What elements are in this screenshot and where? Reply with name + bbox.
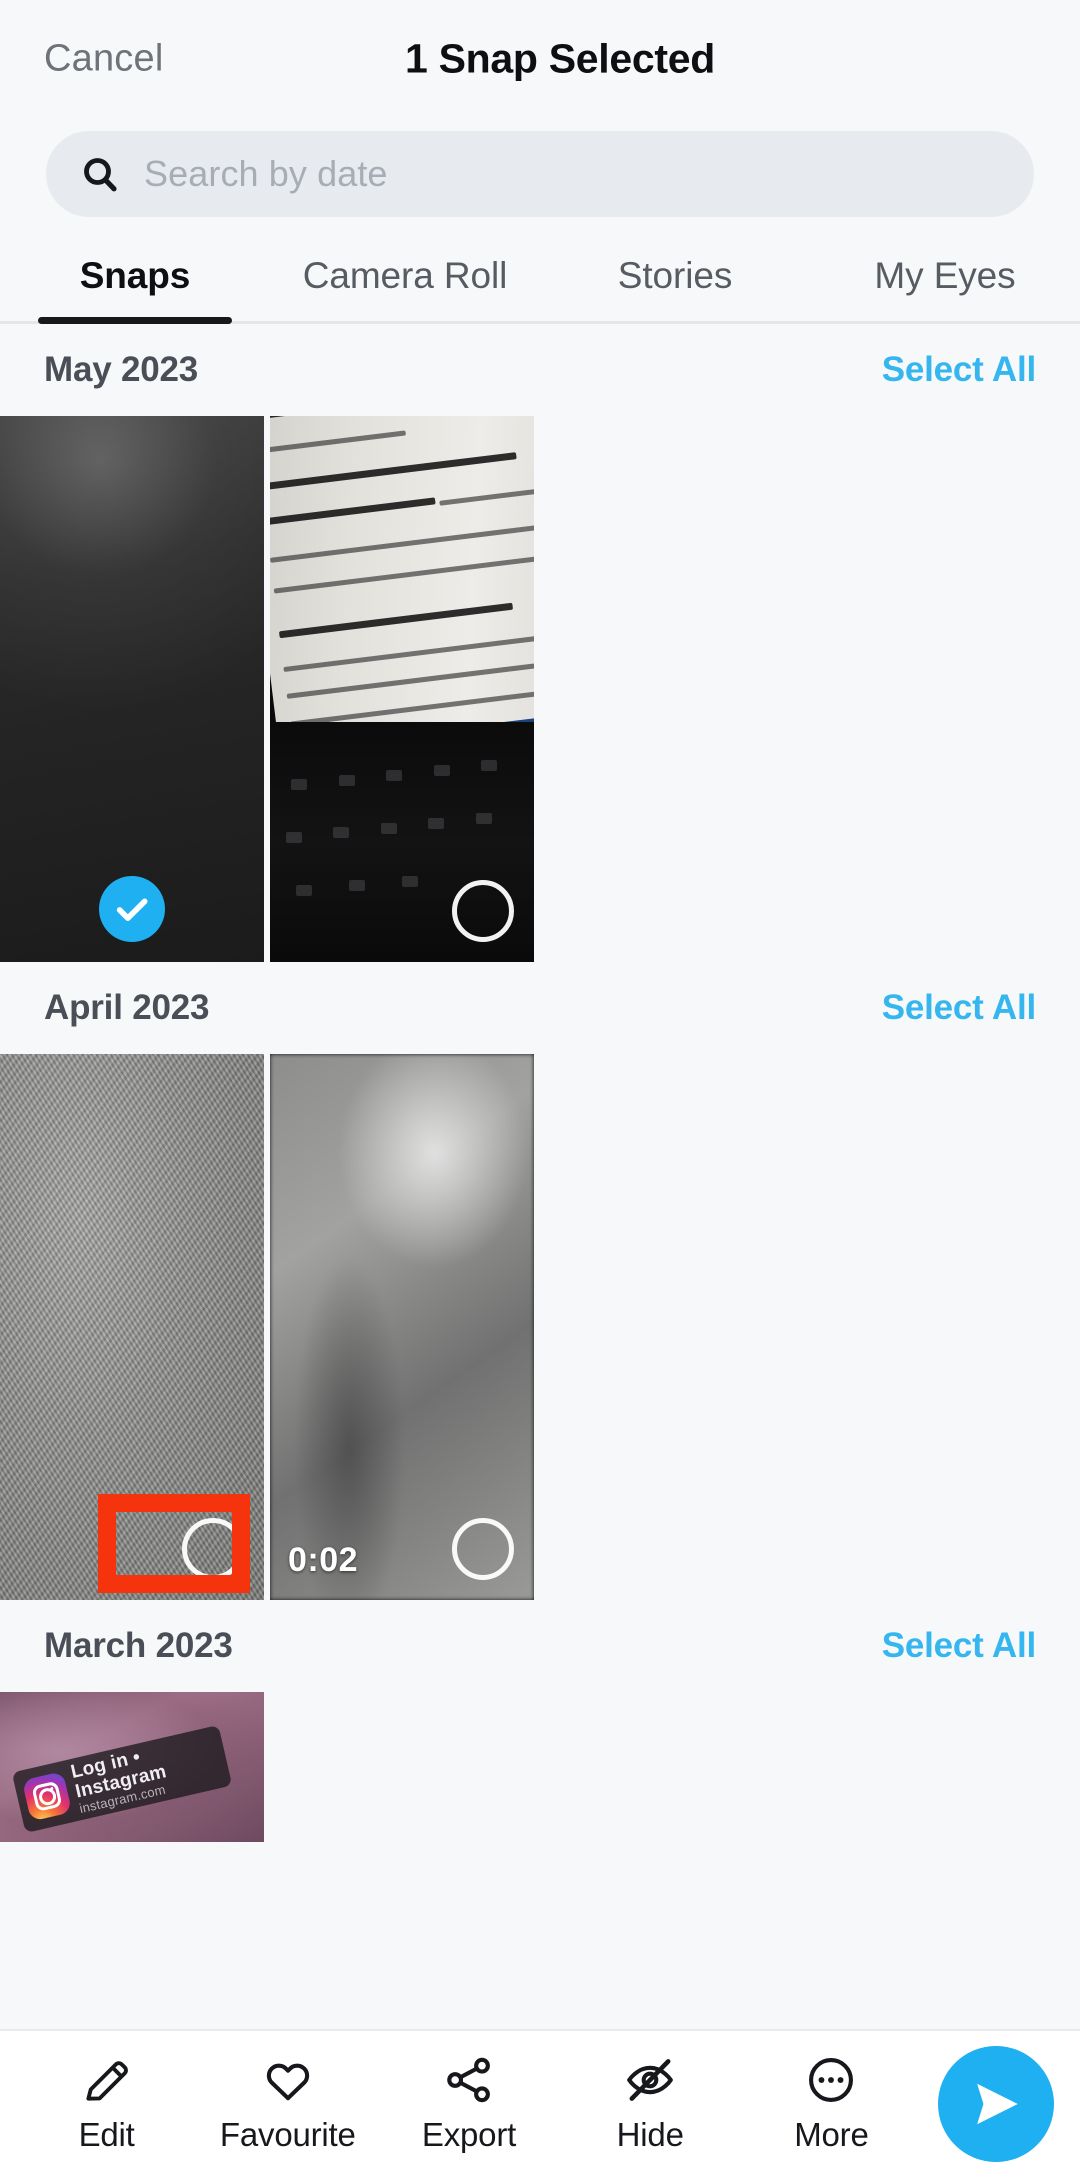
selection-checkmark[interactable]	[99, 876, 165, 942]
memories-picker-screen: Cancel 1 Snap Selected Search by date Sn…	[0, 0, 1080, 2177]
select-all-button[interactable]: Select All	[882, 988, 1036, 1028]
section-header-march: March 2023 Select All	[0, 1600, 1080, 1692]
section-title: April 2023	[44, 988, 210, 1027]
grid-may	[0, 416, 1080, 962]
instagram-icon	[21, 1771, 73, 1822]
section-header-may: May 2023 Select All	[0, 324, 1080, 416]
send-arrow-icon	[967, 2075, 1025, 2133]
send-button[interactable]	[938, 2046, 1055, 2162]
thumbnail-item[interactable]	[270, 416, 534, 962]
selection-ring[interactable]	[452, 1518, 514, 1580]
tab-label: Camera Roll	[302, 254, 508, 296]
favourite-button[interactable]: Favourite	[197, 2054, 378, 2154]
thumbnail-item[interactable]	[0, 1054, 264, 1600]
selection-ring[interactable]	[182, 1518, 244, 1580]
tab-label: Snaps	[79, 254, 191, 296]
export-button[interactable]: Export	[378, 2054, 559, 2154]
section-title: May 2023	[44, 350, 199, 389]
pencil-icon	[81, 2054, 133, 2106]
selection-ring[interactable]	[452, 880, 514, 942]
eye-slash-icon	[624, 2054, 676, 2106]
tab-label: Stories	[617, 254, 733, 296]
grid-april: 0:02	[0, 1054, 1080, 1600]
tab-bar: Snaps Camera Roll Stories My Eyes	[0, 230, 1080, 324]
tab-my-eyes[interactable]: My Eyes	[810, 230, 1080, 321]
search-icon	[80, 154, 120, 194]
search-section: Search by date	[0, 118, 1080, 230]
heart-icon	[262, 2054, 314, 2106]
toolbar-label: Export	[421, 2116, 517, 2153]
section-title: March 2023	[44, 1626, 233, 1665]
thumbnail-image	[270, 416, 534, 962]
hide-button[interactable]: Hide	[560, 2054, 741, 2154]
page-title: 1 Snap Selected	[405, 35, 715, 82]
section-header-april: April 2023 Select All	[0, 962, 1080, 1054]
thumbnail-item[interactable]	[0, 416, 264, 962]
tab-label: My Eyes	[874, 254, 1016, 296]
search-placeholder: Search by date	[144, 153, 388, 194]
thumbnail-item[interactable]: Log in • Instagram instagram.com	[0, 1692, 264, 1842]
toolbar-label: Edit	[78, 2116, 135, 2153]
tab-snaps[interactable]: Snaps	[0, 230, 270, 324]
more-button[interactable]: More	[741, 2054, 922, 2154]
ellipsis-circle-icon	[805, 2054, 857, 2106]
edit-button[interactable]: Edit	[16, 2054, 197, 2154]
grid-march: Log in • Instagram instagram.com	[0, 1692, 1080, 1842]
search-input[interactable]: Search by date	[46, 131, 1034, 217]
toolbar-label: Favourite	[219, 2116, 356, 2153]
video-duration-badge: 0:02	[288, 1541, 359, 1579]
thumbnail-image	[0, 1054, 264, 1600]
app-header: Cancel 1 Snap Selected	[0, 0, 1080, 118]
select-all-button[interactable]: Select All	[882, 1626, 1036, 1666]
toolbar-label: More	[794, 2116, 869, 2153]
tab-camera-roll[interactable]: Camera Roll	[270, 230, 540, 321]
memories-grid-scroll[interactable]: May 2023 Select All April 2023 Select Al…	[0, 324, 1080, 2029]
select-all-button[interactable]: Select All	[882, 350, 1036, 390]
tab-stories[interactable]: Stories	[540, 230, 810, 321]
action-toolbar: Edit Favourite Export Hide More	[0, 2029, 1080, 2177]
paper-area	[270, 416, 534, 763]
thumbnail-item[interactable]: 0:02	[270, 1054, 534, 1600]
share-icon	[443, 2054, 495, 2106]
toolbar-label: Hide	[616, 2116, 684, 2153]
thumbnail-image	[270, 1054, 534, 1600]
